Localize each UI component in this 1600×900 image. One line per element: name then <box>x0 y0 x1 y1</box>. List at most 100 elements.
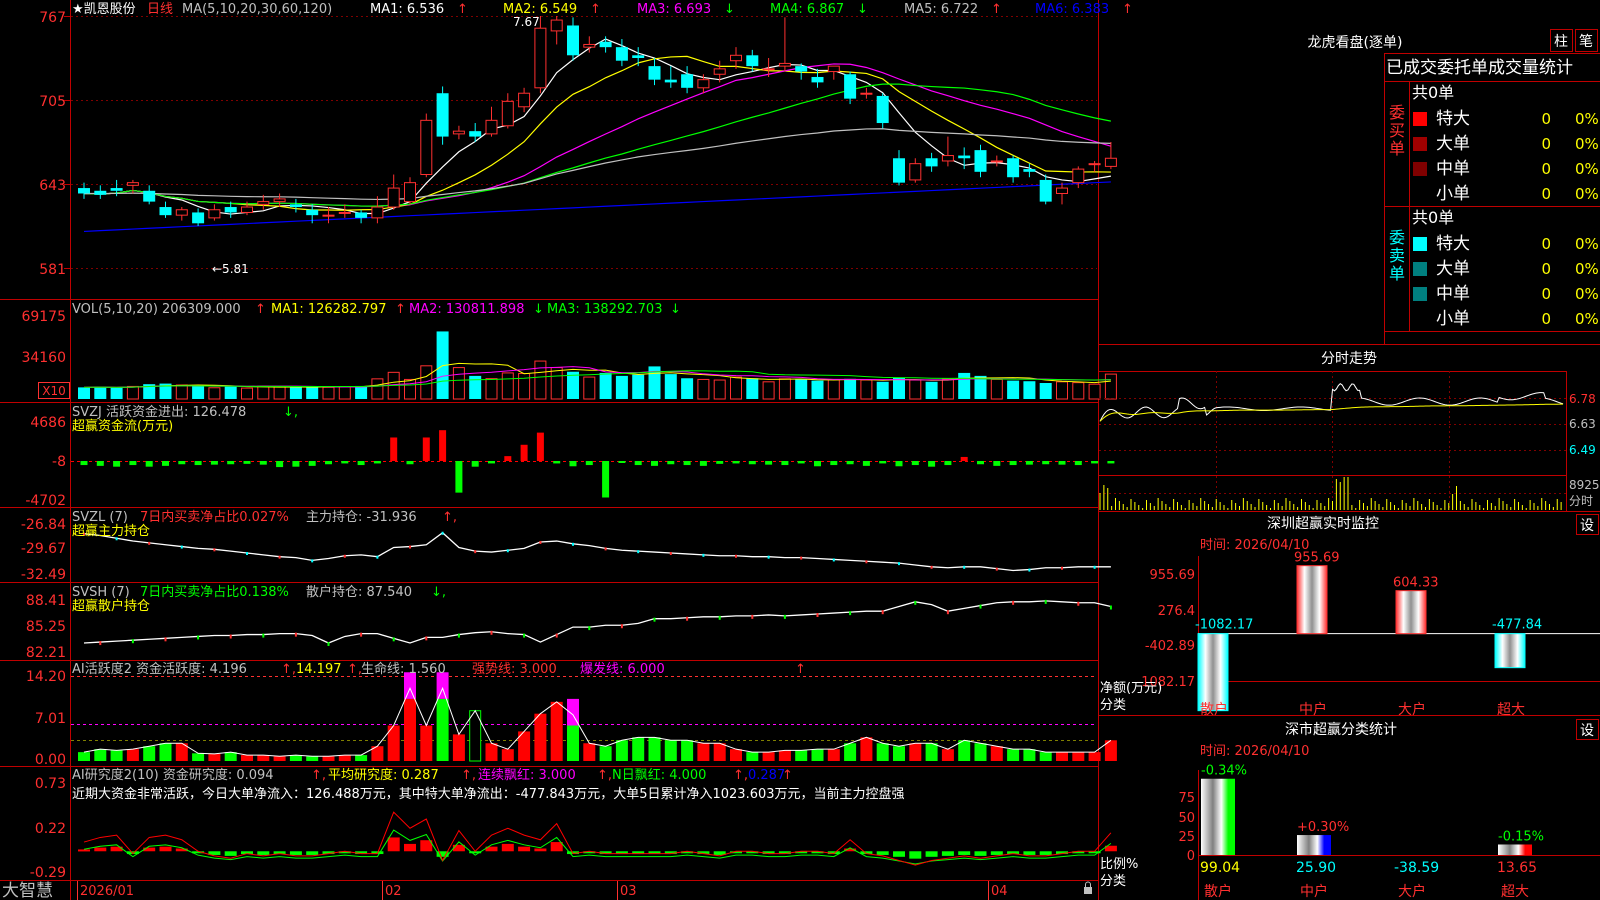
volume-bar <box>746 378 759 399</box>
ai-research-bar <box>893 851 905 857</box>
sz-bar-value: 604.33 <box>1393 576 1439 591</box>
candle-body <box>436 93 449 137</box>
ai-activity-bar <box>452 734 465 761</box>
volume-bar <box>94 386 107 399</box>
volume-bar <box>1104 373 1117 400</box>
candle-body <box>664 79 677 83</box>
candle-body <box>909 163 922 181</box>
volume-bar <box>941 378 954 400</box>
order-color-swatch <box>1413 162 1427 176</box>
volume-bar <box>224 386 237 399</box>
arrow-down-icon: ↓, <box>431 585 446 600</box>
volume-bar <box>730 376 742 400</box>
svzj-bar <box>308 461 316 466</box>
ai-research-bar <box>224 851 237 856</box>
ai-activity-panel[interactable]: 14.20 7.01 0.00 AI活跃度2 资金活跃度: 4.196 ↑, 1… <box>26 661 1117 768</box>
volume-bar <box>632 374 645 399</box>
candle-body <box>404 182 416 203</box>
order-row-count: 0 <box>1541 110 1551 128</box>
svsh-point <box>164 637 167 642</box>
arrow-up-icon: ↑, <box>347 662 362 677</box>
svzj-bar <box>536 432 544 461</box>
arrow-down-icon: ↓ <box>857 2 868 17</box>
sc-category: 中户 <box>1300 883 1328 900</box>
volume-bar <box>371 378 384 400</box>
strong-line-label: 强势线: 3.000 <box>472 661 557 677</box>
svzj-bar <box>129 461 137 466</box>
ai-activity-v2: 14.197 <box>296 662 342 677</box>
ma-line <box>83 83 1112 207</box>
svzj-bar <box>846 461 854 465</box>
ai-summary: 近期大资金非常活跃，今日大单净流入：126.488万元，其中特大单净流出：-47… <box>72 786 905 802</box>
candle-body <box>192 212 205 224</box>
svzj-bar <box>259 461 267 465</box>
sz-category: 中户 <box>1299 701 1327 718</box>
volume-bar <box>110 387 123 399</box>
arrow-up-icon: ↑ <box>395 302 406 317</box>
ai-research-line <box>83 811 1112 866</box>
candle-body <box>990 160 1003 163</box>
ai-activity-bar <box>78 752 90 761</box>
volume-bar <box>273 386 286 400</box>
svzj-bar <box>814 461 821 467</box>
intraday-volume-tick: 8925 <box>1569 478 1600 492</box>
candlestick-series <box>78 16 1117 226</box>
main-frame <box>0 0 1099 900</box>
trading-terminal: 767 705 643 581 7.67 ←5.81 ★凯恩股份 日线 MA(5… <box>0 0 1600 900</box>
sc-category: 超大 <box>1501 884 1529 900</box>
ai-research-bar <box>387 837 400 852</box>
svzl-point <box>898 562 900 566</box>
arrow-up-icon: ↑ <box>457 2 468 17</box>
ai-activity-bar <box>827 749 840 761</box>
ai-research-bar <box>534 848 547 852</box>
svzl-panel[interactable]: -26.84 -29.67 -32.49 SVZL (7) 7日内买卖净占比0.… <box>21 509 1111 583</box>
svsh-point <box>653 617 656 622</box>
order-row-label: 大单 <box>1436 259 1470 279</box>
svzj-bar <box>162 461 169 466</box>
candle-body <box>518 92 531 108</box>
svzl-point <box>278 555 281 559</box>
volume-bar <box>241 387 253 400</box>
price-panel[interactable]: 767 705 643 581 7.67 ←5.81 ★凯恩股份 日线 MA(5… <box>39 2 1133 278</box>
svzj-bars <box>80 430 1115 498</box>
ai-research-tick: 0.22 <box>35 821 66 837</box>
ai-research-bar <box>518 846 531 852</box>
svsh-polyline <box>83 600 1112 644</box>
svzj-bar <box>993 461 1001 466</box>
ai-activity-bar <box>1088 752 1101 761</box>
svzj-bar <box>911 461 919 466</box>
volume-bar <box>1088 383 1101 400</box>
svsh-point <box>197 635 200 640</box>
svzj-bar <box>520 444 528 461</box>
svsh-panel[interactable]: 88.41 85.25 82.21 SVSH (7) 7日内买卖净占比0.138… <box>26 584 1112 661</box>
volume-panel[interactable]: 69175 34160 X10 VOL(5,10,20) 206309.000 … <box>21 302 1117 400</box>
svzj-panel[interactable]: 4686 -8 -4702 SVZJ 活跃资金进出: 126.478 ↓, 超赢… <box>25 404 1115 509</box>
lock-icon[interactable] <box>1084 881 1092 894</box>
candle-body <box>615 47 628 61</box>
volume-bar <box>175 384 188 400</box>
svsh-point <box>816 612 819 617</box>
candle-body <box>257 201 270 205</box>
volume-bar <box>452 367 465 400</box>
ai-research-panel[interactable]: 0.73 0.22 -0.29 AI研究度2(10) 资金研究度: 0.094 … <box>30 767 1117 881</box>
intraday-axis: 6.78 6.63 6.49 8925 分时 <box>1569 392 1600 508</box>
candle-body <box>485 119 498 135</box>
svzj-bar <box>325 461 332 465</box>
ai-activity-bar <box>420 725 433 761</box>
svsh-point <box>914 600 917 605</box>
ai-research-bar <box>404 843 416 852</box>
svzl-point <box>441 531 444 535</box>
sz-tick: 276.4 <box>1158 604 1195 619</box>
sz-category: 散户 <box>1200 701 1228 718</box>
ai-activity-bar <box>1072 752 1085 761</box>
candle-body <box>110 188 123 191</box>
ai-research-bar <box>501 843 514 852</box>
ai-activity-bar <box>1023 749 1036 761</box>
sc-yaxis-label: 比例% <box>1100 857 1138 872</box>
intraday-frame <box>1099 371 1600 512</box>
arrow-up-icon: ↑ <box>1122 2 1133 17</box>
candle-body <box>534 27 547 89</box>
ai-activity-bar <box>583 743 596 761</box>
svzl-point <box>604 547 607 551</box>
svsh-line <box>83 599 1112 646</box>
